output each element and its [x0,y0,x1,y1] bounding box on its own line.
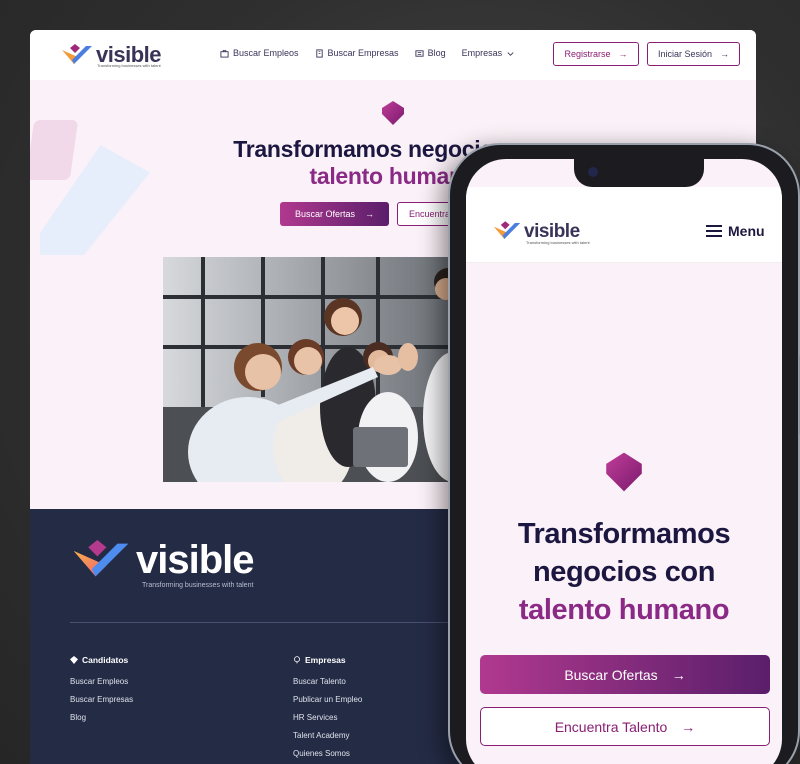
building-icon [315,48,323,58]
footer-link[interactable]: Buscar Empleos [70,677,133,686]
visible-logo-icon [493,221,521,239]
team-high-five-image [163,257,493,482]
footer-link[interactable]: Blog [70,713,133,722]
footer-link[interactable]: HR Services [293,713,362,722]
register-button[interactable]: Registrarse → [553,42,639,66]
visible-logo-icon [73,539,129,577]
nav-link-label: Buscar Empresas [327,48,399,58]
arrow-right-icon: → [618,49,628,59]
arrow-right-icon: → [671,666,686,683]
cta-label: Buscar Ofertas [294,209,356,219]
mobile-hero-title-line-1: Transformamos [517,518,731,550]
register-label: Registrarse [564,49,611,59]
gem-drop-icon [382,101,404,125]
mobile-navbar: visible Transforming businesses with tal… [466,187,782,263]
mobile-screen: visible Transforming businesses with tal… [466,159,782,764]
desktop-nav-links: Buscar Empleos Buscar Empresas Blog Empr… [220,48,515,58]
gem-icon [70,656,78,664]
cta-label: Buscar Ofertas [564,666,658,683]
buscar-ofertas-button[interactable]: Buscar Ofertas → [280,202,389,226]
chevron-down-icon [507,51,514,56]
footer-column-empresas: Empresas Buscar Talento Publicar un Empl… [293,655,362,764]
nav-link-empresas-dropdown[interactable]: Empresas [462,48,516,58]
arrow-right-icon: → [681,718,696,735]
footer-divider [70,622,470,623]
cta-label: Encuentra Talento [554,718,668,735]
footer-heading-label: Empresas [305,655,346,665]
mobile-phone-frame: visible Transforming businesses with tal… [448,143,800,764]
mobile-encuentra-talento-button[interactable]: Encuentra Talento → [480,707,770,746]
footer-link[interactable]: Quienes Somos [293,749,362,758]
footer-column-heading: Candidatos [70,655,133,665]
footer-logo[interactable]: visible [70,538,255,582]
brand-wordmark: visible [524,220,580,242]
briefcase-icon [220,49,229,58]
menu-label: Menu [728,223,765,239]
newspaper-icon [415,49,424,57]
footer-link[interactable]: Buscar Talento [293,677,362,686]
mobile-hero-title-line-2: negocios con [532,556,716,588]
nav-link-label: Buscar Empleos [233,48,299,58]
hero-team-photo [163,257,493,482]
footer-column-heading: Empresas [293,655,362,665]
mobile-logo[interactable]: visible Transforming businesses with tal… [492,220,590,245]
mobile-buscar-ofertas-button[interactable]: Buscar Ofertas → [480,655,770,694]
footer-link[interactable]: Buscar Empresas [70,695,133,704]
footer-heading-label: Candidatos [82,655,129,665]
nav-link-blog[interactable]: Blog [415,48,446,58]
phone-notch [574,159,704,187]
nav-link-label: Empresas [461,48,503,58]
gem-drop-icon [606,452,642,492]
desktop-navbar: visible Transforming businesses with tal… [30,30,756,80]
footer-link[interactable]: Talent Academy [293,731,362,740]
brand-wordmark: visible [136,538,255,582]
nav-link-label: Blog [427,48,446,58]
login-button[interactable]: Iniciar Sesión → [647,42,740,66]
footer-tagline: Transforming businesses with talent [142,582,254,589]
brand-tagline: Transforming businesses with talent [526,240,590,245]
desktop-logo[interactable]: visible Transforming businesses with tal… [60,42,161,68]
brand-tagline: Transforming businesses with talent [97,63,161,68]
mobile-menu-button[interactable]: Menu [706,223,765,239]
arrow-right-icon: → [720,49,730,59]
nav-link-buscar-empleos[interactable]: Buscar Empleos [220,48,299,58]
footer-link[interactable]: Publicar un Empleo [293,695,362,704]
lightbulb-icon [294,656,300,664]
mobile-hero-title-line-3: talento humano [518,594,730,626]
arrow-right-icon: → [365,209,375,219]
camera-icon [588,167,598,177]
hamburger-icon [706,225,722,237]
login-label: Iniciar Sesión [657,49,713,59]
visible-logo-icon [62,44,92,64]
footer-column-candidatos: Candidatos Buscar Empleos Buscar Empresa… [70,655,133,731]
nav-link-buscar-empresas[interactable]: Buscar Empresas [315,48,399,58]
